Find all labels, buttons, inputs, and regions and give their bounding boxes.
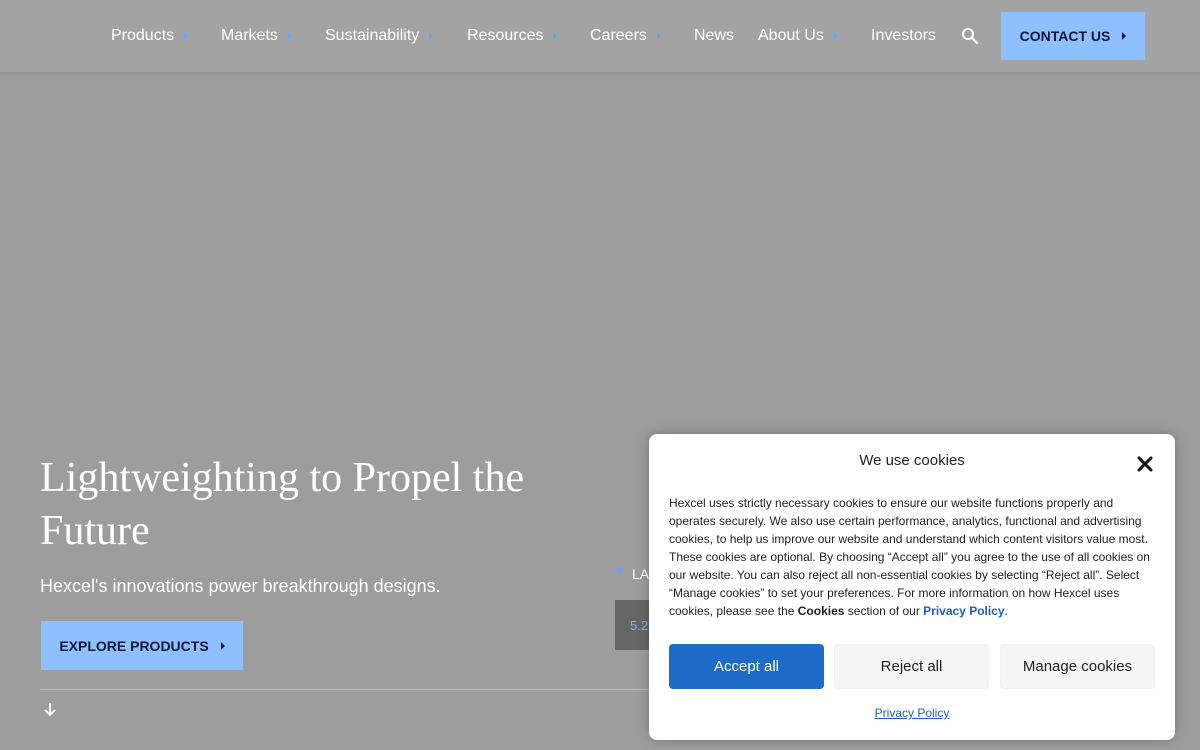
caret-right-icon <box>1122 32 1127 40</box>
nav-item-label: News <box>694 27 735 44</box>
close-icon[interactable] <box>1133 452 1157 476</box>
nav-item-label: Products <box>111 27 175 44</box>
nav-item-investors[interactable]: Investors <box>871 24 936 48</box>
caret-right-icon <box>184 32 189 40</box>
cookie-body-end: . <box>1004 604 1008 618</box>
caret-right-icon <box>656 32 661 40</box>
nav-item-sustainability[interactable]: Sustainability <box>325 24 434 48</box>
explore-products-label: EXPLORE PRODUCTS <box>59 637 209 654</box>
nav-item-label: Sustainability <box>325 27 420 44</box>
hero-divider <box>40 689 660 690</box>
nav-item-label: About Us <box>758 27 824 44</box>
arrow-down-icon[interactable] <box>42 701 58 717</box>
hero-subtitle: Hexcel's innovations power breakthrough … <box>40 576 441 596</box>
cookie-body-main: Hexcel uses strictly necessary cookies t… <box>669 496 1150 618</box>
caret-right-icon <box>429 32 434 40</box>
nav-item-resources[interactable]: Resources <box>467 24 558 48</box>
cookie-body-mid: section of our <box>844 604 924 618</box>
latest-news-date: 5.2 <box>630 618 649 633</box>
nav-item-label: Markets <box>221 27 278 44</box>
cookie-dialog-body: Hexcel uses strictly necessary cookies t… <box>669 494 1157 620</box>
cookie-body-cookies-word: Cookies <box>797 604 845 618</box>
nav-item-label: Investors <box>871 27 936 44</box>
privacy-policy-inline-link[interactable]: Privacy Policy <box>923 604 1004 618</box>
caret-right-icon <box>833 32 838 40</box>
caret-right-icon <box>553 32 558 40</box>
cookie-consent-dialog: We use cookies Hexcel uses strictly nece… <box>649 434 1175 740</box>
nav-item-label: Careers <box>590 27 647 44</box>
reject-all-button[interactable]: Reject all <box>834 644 989 689</box>
hero-title: Lightweighting to Propel the Future <box>40 455 525 554</box>
caret-right-icon <box>287 32 292 40</box>
nav-item-news[interactable]: News <box>694 24 734 48</box>
search-icon[interactable] <box>960 26 980 46</box>
contact-us-label: CONTACT US <box>1019 28 1111 44</box>
caret-right-icon <box>220 641 225 650</box>
manage-cookies-button[interactable]: Manage cookies <box>1000 644 1155 689</box>
latest-news-label: LA <box>632 566 650 582</box>
nav-item-label: Resources <box>467 27 544 44</box>
nav-item-markets[interactable]: Markets <box>221 24 292 48</box>
accept-all-button[interactable]: Accept all <box>669 644 824 689</box>
privacy-policy-link[interactable]: Privacy Policy <box>649 706 1175 720</box>
nav-item-careers[interactable]: Careers <box>590 24 661 48</box>
top-navigation-bar: Products Markets Sustainability Resource… <box>0 0 1200 72</box>
contact-us-button[interactable]: CONTACT US <box>1001 12 1145 60</box>
latest-corner-mark <box>618 567 625 574</box>
cookie-dialog-title: We use cookies <box>859 452 965 469</box>
nav-item-about-us[interactable]: About Us <box>758 24 838 48</box>
nav-item-products[interactable]: Products <box>111 24 189 48</box>
explore-products-button[interactable]: EXPLORE PRODUCTS <box>41 621 243 670</box>
